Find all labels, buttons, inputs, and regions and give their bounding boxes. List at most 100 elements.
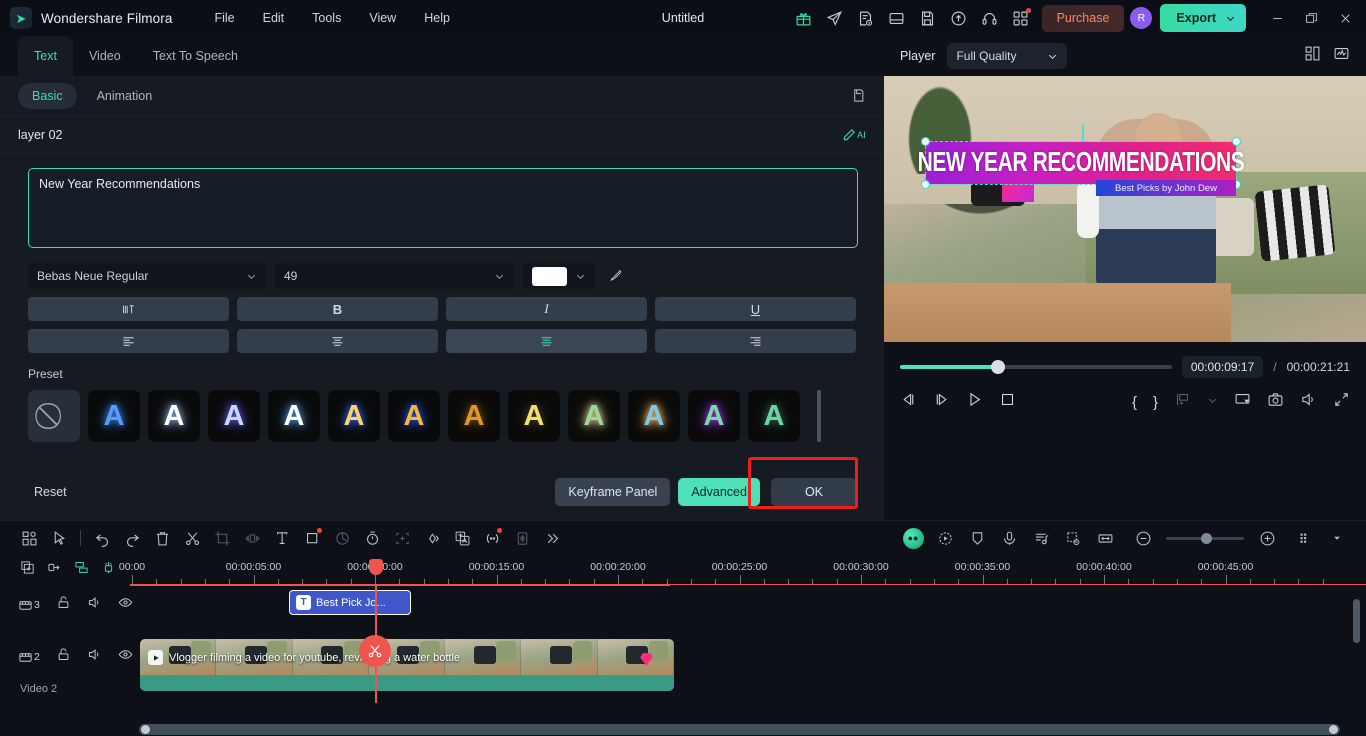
align-center-button[interactable] (237, 329, 438, 353)
gift-icon[interactable] (788, 3, 819, 34)
link-icon[interactable] (47, 560, 62, 580)
apps-grid-icon[interactable] (1005, 3, 1036, 34)
color-match-icon[interactable] (327, 523, 357, 553)
preset-item[interactable]: A (508, 390, 560, 442)
seek-handle[interactable] (990, 360, 1005, 374)
preset-item[interactable]: A (388, 390, 440, 442)
more-icon[interactable] (537, 523, 567, 553)
next-frame-icon[interactable] (933, 391, 950, 413)
text-tool-icon[interactable] (267, 523, 297, 553)
add-track-icon[interactable] (20, 560, 35, 580)
subtab-animation[interactable]: Animation (83, 83, 167, 109)
preset-item[interactable]: A (148, 390, 200, 442)
select-tool-icon[interactable] (44, 523, 74, 553)
italic-button[interactable]: I (446, 297, 647, 321)
chevron-down-icon[interactable] (1207, 393, 1218, 411)
preset-item[interactable]: A (208, 390, 260, 442)
scope-icon[interactable] (1333, 45, 1350, 67)
notes-icon[interactable] (850, 3, 881, 34)
keyframe-icon[interactable] (417, 523, 447, 553)
timeline-ruler[interactable]: 00:0000:00:05:0000:00:10:0000:00:15:0000… (119, 555, 1366, 586)
tab-video[interactable]: Video (73, 36, 137, 76)
title-text-overlay[interactable]: NEW YEAR RECOMMENDATIONS (918, 137, 1245, 189)
cloud-upload-icon[interactable] (943, 3, 974, 34)
audio-list-icon[interactable] (1026, 523, 1056, 553)
stopwatch-icon[interactable] (357, 523, 387, 553)
save-icon[interactable] (912, 3, 943, 34)
mask-icon[interactable] (297, 523, 327, 553)
menu-file[interactable]: File (202, 6, 246, 30)
snapshot-icon[interactable] (1267, 391, 1284, 413)
avatar[interactable]: R (1130, 7, 1153, 29)
preset-item[interactable]: A (568, 390, 620, 442)
quality-select[interactable]: Full Quality (947, 43, 1068, 69)
visibility-icon[interactable] (118, 647, 133, 667)
layout-grid-icon[interactable] (1304, 45, 1321, 67)
video-clip[interactable]: Vlogger filming a video for youtube, rev… (140, 639, 674, 691)
redo-icon[interactable] (117, 523, 147, 553)
magnet-icon[interactable] (101, 560, 116, 580)
align-right-button[interactable] (655, 329, 856, 353)
font-family-select[interactable]: Bebas Neue Regular (28, 263, 266, 289)
playhead[interactable] (359, 559, 391, 703)
mark-out-icon[interactable]: } (1153, 394, 1158, 411)
headset-icon[interactable] (974, 3, 1005, 34)
undo-icon[interactable] (87, 523, 117, 553)
lock-icon[interactable] (56, 647, 71, 667)
track-lane-2[interactable]: Vlogger filming a video for youtube, rev… (140, 637, 1366, 691)
grid-view-icon[interactable] (1290, 523, 1320, 553)
stop-icon[interactable] (999, 391, 1016, 413)
send-icon[interactable] (819, 3, 850, 34)
green-screen-icon[interactable] (1058, 523, 1088, 553)
zoom-slider[interactable] (1166, 532, 1244, 544)
zoom-slider-handle[interactable] (1201, 532, 1213, 544)
ok-button[interactable]: OK (770, 478, 857, 506)
advanced-button[interactable]: Advanced (678, 478, 760, 506)
fullscreen-icon[interactable] (1333, 391, 1350, 413)
export-button[interactable]: Export (1160, 4, 1246, 32)
split-clip-button[interactable] (359, 635, 391, 667)
reset-button[interactable]: Reset (24, 479, 77, 505)
preset-scrollbar[interactable] (817, 390, 821, 442)
screen-icon[interactable] (1234, 391, 1251, 413)
preset-strip[interactable]: ⃠ A A A A A A A A A A A A (0, 381, 884, 442)
split-icon[interactable] (177, 523, 207, 553)
zoom-in-icon[interactable] (1252, 523, 1282, 553)
minimize-button[interactable] (1260, 2, 1294, 34)
playhead-handle[interactable] (369, 559, 383, 575)
font-size-select[interactable]: 49 (275, 263, 514, 289)
color-swatch[interactable] (532, 266, 567, 286)
purchase-button[interactable]: Purchase (1041, 4, 1125, 32)
zoom-out-icon[interactable] (1128, 523, 1158, 553)
preset-item[interactable]: A (748, 390, 800, 442)
motion-track-icon[interactable] (387, 523, 417, 553)
scroll-handle-left[interactable] (141, 724, 150, 734)
scroll-handle-right[interactable] (1329, 724, 1338, 734)
resize-handle-tr[interactable] (1232, 137, 1241, 146)
tab-text-to-speech[interactable]: Text To Speech (137, 36, 254, 76)
mic-icon[interactable] (994, 523, 1024, 553)
menu-tools[interactable]: Tools (300, 6, 353, 30)
text-clip[interactable]: T Best Pick Jo... (289, 590, 411, 615)
layout-icon[interactable] (881, 3, 912, 34)
preset-item[interactable]: A (688, 390, 740, 442)
shield-icon[interactable] (962, 523, 992, 553)
volume-icon[interactable] (1300, 391, 1317, 413)
timeline-horizontal-scrollbar[interactable] (139, 723, 1340, 735)
audio-wave-icon[interactable] (507, 523, 537, 553)
subtitle-text-overlay[interactable]: Best Picks by John Dew (1096, 180, 1236, 196)
media-grid-icon[interactable] (14, 523, 44, 553)
preset-item[interactable]: A (88, 390, 140, 442)
mute-icon[interactable] (87, 647, 102, 667)
menu-view[interactable]: View (357, 6, 408, 30)
ai-tools-icon[interactable]: ●● (898, 523, 928, 553)
preset-item[interactable]: A (268, 390, 320, 442)
save-preset-icon[interactable] (851, 88, 866, 103)
preset-item[interactable]: A (328, 390, 380, 442)
maximize-button[interactable] (1294, 2, 1328, 34)
markers-icon[interactable] (74, 560, 89, 580)
preset-none[interactable]: ⃠ (28, 390, 80, 442)
play-icon[interactable] (966, 391, 983, 413)
marker-icon[interactable] (1174, 391, 1191, 413)
resize-handle-tl[interactable] (921, 137, 930, 146)
